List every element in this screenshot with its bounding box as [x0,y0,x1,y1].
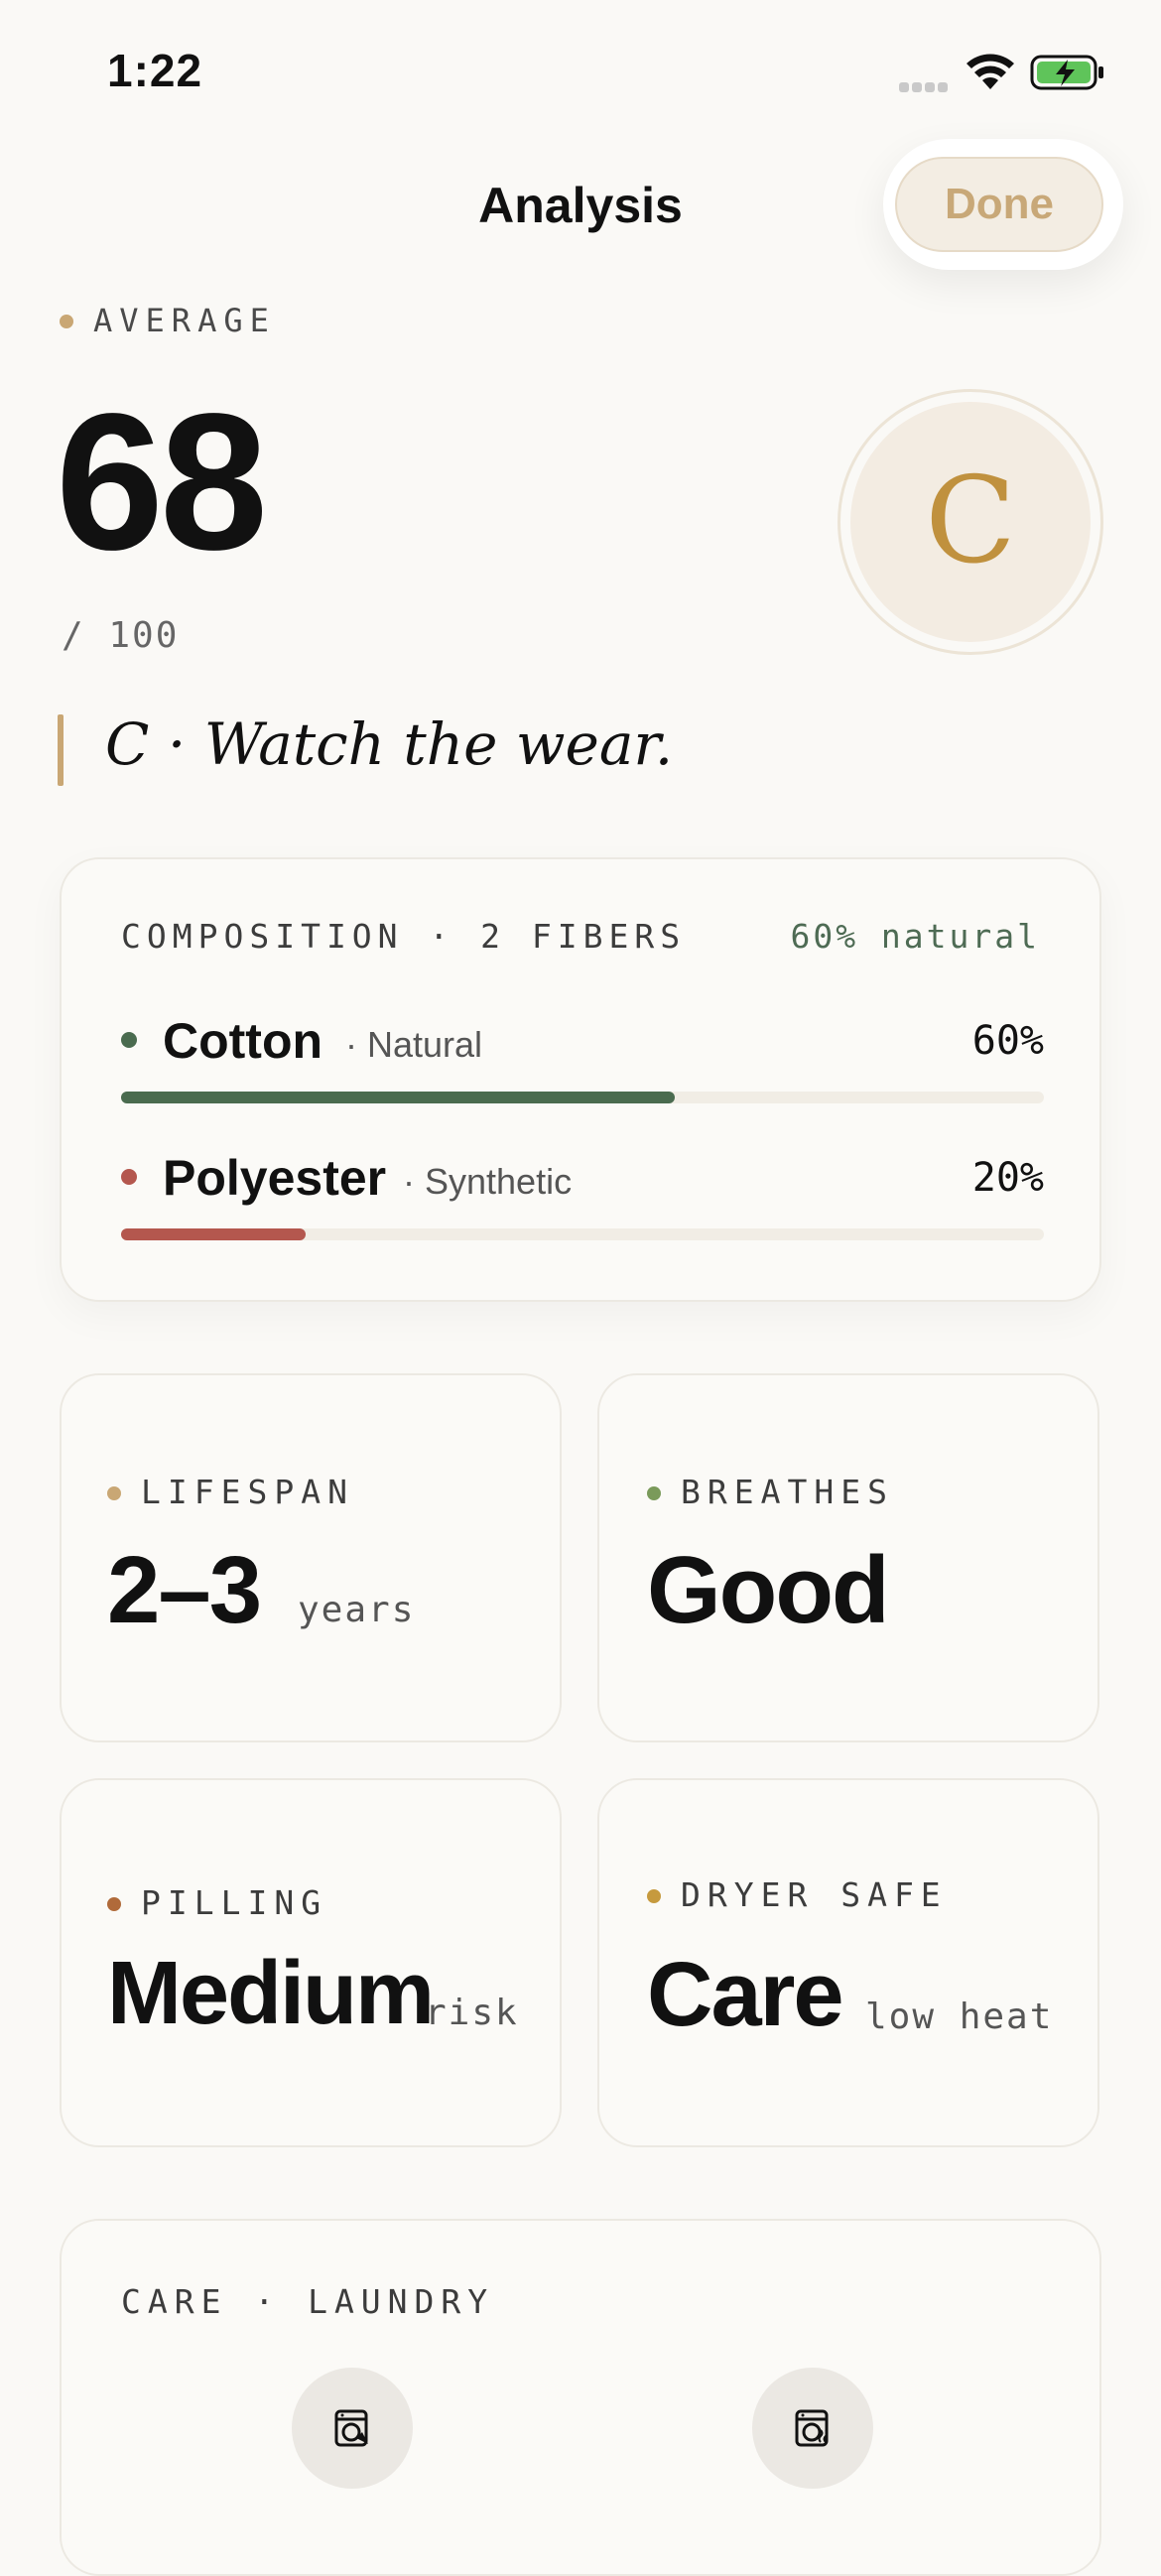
stat-label: DRYER SAFE [681,1875,948,1914]
stat-label: PILLING [141,1883,328,1922]
fiber-progress-track [121,1092,1044,1103]
care-card: CARE · LAUNDRY [60,2219,1101,2576]
dryer-safe-card[interactable]: DRYER SAFE Care low heat [597,1778,1099,2147]
fiber-progress-track [121,1228,1044,1240]
quote-accent-bar [58,714,64,786]
fiber-row: Polyester · Synthetic 20% [121,1149,1044,1258]
fiber-progress-fill [121,1092,675,1103]
stat-value: Good [647,1537,890,1643]
fiber-dot [121,1032,137,1048]
composition-title: COMPOSITION · 2 FIBERS [121,917,687,956]
natural-summary: 60% natural [790,917,1040,956]
stat-value: 2–3 [107,1537,262,1643]
stat-label: LIFESPAN [141,1473,354,1511]
breathes-card[interactable]: BREATHES Good [597,1373,1099,1742]
stat-value: Care [647,1944,844,2045]
care-title: CARE · LAUNDRY [121,2282,495,2321]
fiber-type: · Synthetic [403,1161,573,1202]
stat-value: Medium [107,1944,435,2043]
stat-unit: low heat [865,1996,1054,2037]
stat-dot [647,1486,661,1500]
dryer-icon[interactable] [752,2368,873,2489]
stat-dot [107,1486,121,1500]
fiber-percent: 60% [971,1018,1044,1064]
fiber-row: Cotton · Natural 60% [121,1012,1044,1121]
score-max: / 100 [62,615,180,656]
fiber-name: Cotton [163,1013,323,1069]
stat-dot [647,1889,661,1903]
grade-badge: C [838,389,1103,655]
score-label: AVERAGE [93,302,276,339]
cellular-signal-icon [899,79,951,92]
lifespan-card[interactable]: LIFESPAN 2–3 years [60,1373,562,1742]
done-button[interactable]: Done [895,157,1103,252]
fiber-dot [121,1169,137,1185]
status-bar: 1:22 [0,0,1161,139]
fiber-type: · Natural [345,1024,483,1065]
wifi-icon [967,54,1014,89]
fiber-progress-fill [121,1228,306,1240]
stat-dot [107,1897,121,1911]
status-time: 1:22 [107,45,203,96]
score-value: 68 [56,373,268,590]
average-dot [60,315,73,328]
stat-unit: years [298,1590,416,1630]
washing-machine-icon[interactable] [292,2368,413,2489]
composition-card: COMPOSITION · 2 FIBERS 60% natural Cotto… [60,857,1101,1302]
battery-charging-icon [1030,55,1103,90]
pilling-card[interactable]: PILLING Medium risk [60,1778,562,2147]
fiber-name: Polyester [163,1150,387,1206]
fiber-percent: 20% [971,1155,1044,1201]
grade-letter: C [850,402,1091,642]
grade-summary: C · Watch the wear. [105,710,674,778]
stat-label: BREATHES [681,1473,894,1511]
stat-unit: risk [425,1993,519,2033]
done-button-container: Done [883,139,1123,270]
